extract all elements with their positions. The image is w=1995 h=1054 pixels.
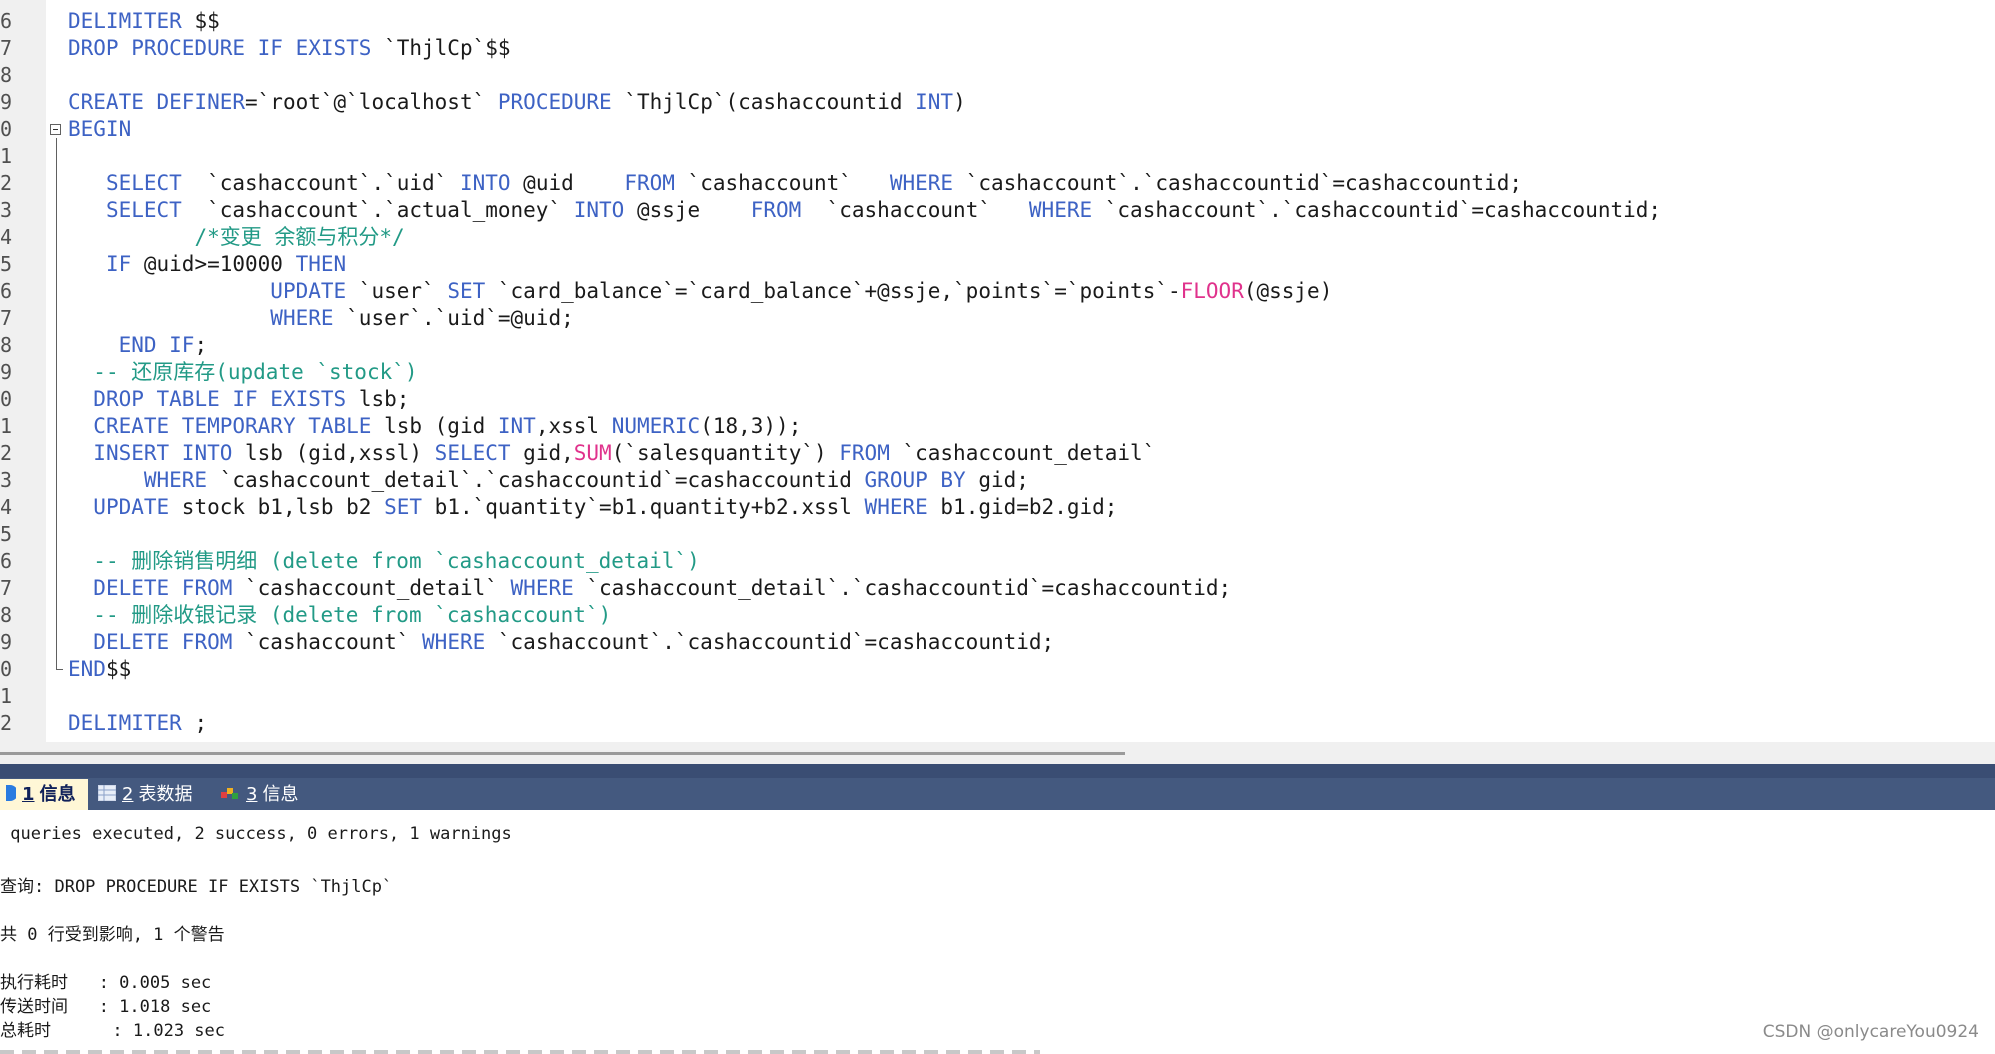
line-number: 6 [0, 279, 13, 303]
line-number: 1 [0, 414, 13, 438]
line-number: 1 [0, 144, 13, 168]
code-line[interactable]: CREATE TEMPORARY TABLE lsb (gid INT,xssl… [68, 413, 801, 440]
tab-info[interactable]: 1 信息 [0, 779, 88, 810]
sql-editor[interactable]: 6 7 8 9 0 1 2 3 4 5 6 7 8 9 0 1 2 3 4 5 6 7 8 9 0 1 2 DELIMITER $$… [0, 0, 1995, 742]
line-number: 2 [0, 171, 13, 195]
message-output: queries executed, 2 success, 0 errors, 1… [0, 810, 1995, 1054]
line-number: 9 [0, 630, 13, 654]
code-line[interactable]: /*变更 余额与积分*/ [68, 224, 404, 251]
code-line[interactable]: UPDATE `user` SET `card_balance`=`card_b… [68, 278, 1332, 305]
code-line[interactable]: -- 删除销售明细 (delete from `cashaccount_deta… [68, 548, 699, 575]
tab-messages[interactable]: 3 信息 [214, 779, 316, 810]
line-number: 1 [0, 684, 13, 708]
line-number: 5 [0, 522, 13, 546]
code-line[interactable]: DROP TABLE IF EXISTS lsb; [68, 386, 409, 413]
output-query: 查询: DROP PROCEDURE IF EXISTS `ThjlCp` [0, 877, 393, 897]
code-line[interactable]: UPDATE stock b1,lsb b2 SET b1.`quantity`… [68, 494, 1117, 521]
line-number: 7 [0, 36, 13, 60]
table-grid-icon [98, 780, 116, 811]
code-line[interactable]: CREATE DEFINER=`root`@`localhost` PROCED… [68, 89, 966, 116]
cropped-text-line [0, 1050, 1040, 1054]
line-number: 2 [0, 441, 13, 465]
line-number: 3 [0, 468, 13, 492]
code-line[interactable]: IF @uid>=10000 THEN [68, 251, 346, 278]
code-line[interactable]: WHERE `user`.`uid`=@uid; [68, 305, 573, 332]
code-line[interactable]: DELETE FROM `cashaccount` WHERE `cashacc… [68, 629, 1054, 656]
fold-guide-line [56, 138, 57, 670]
code-line[interactable]: SELECT `cashaccount`.`actual_money` INTO… [68, 197, 1661, 224]
tab-table-data[interactable]: 2 表数据 [92, 779, 206, 810]
fold-collapse-icon[interactable] [50, 124, 61, 135]
code-line[interactable]: DELIMITER ; [68, 710, 207, 737]
code-line[interactable]: DROP PROCEDURE IF EXISTS `ThjlCp`$$ [68, 35, 511, 62]
info-icon [6, 780, 18, 811]
line-number: 8 [0, 333, 13, 357]
line-number: 5 [0, 252, 13, 276]
line-number: 4 [0, 495, 13, 519]
output-total-time: 总耗时 : 1.023 sec [0, 1021, 225, 1041]
line-number: 6 [0, 549, 13, 573]
csdn-watermark: CSDN @onlycareYou0924 [1762, 1022, 1979, 1042]
output-exec-time: 执行耗时 : 0.005 sec [0, 973, 212, 993]
code-line[interactable]: INSERT INTO lsb (gid,xssl) SELECT gid,SU… [68, 440, 1155, 467]
code-line[interactable]: SELECT `cashaccount`.`uid` INTO @uid FRO… [68, 170, 1522, 197]
line-number: 2 [0, 711, 13, 735]
line-number: 8 [0, 603, 13, 627]
fold-guide-end [56, 669, 63, 670]
output-transfer-time: 传送时间 : 1.018 sec [0, 997, 212, 1017]
messages-icon [220, 780, 240, 811]
line-number: 9 [0, 360, 13, 384]
line-number: 0 [0, 117, 13, 141]
line-number: 8 [0, 63, 13, 87]
code-line[interactable]: DELETE FROM `cashaccount_detail` WHERE `… [68, 575, 1231, 602]
line-number: 9 [0, 90, 13, 114]
code-line[interactable]: BEGIN [68, 116, 131, 143]
code-line[interactable]: DELIMITER $$ [68, 8, 220, 35]
line-number: 7 [0, 306, 13, 330]
code-line[interactable]: -- 还原库存(update `stock`) [68, 359, 417, 386]
code-line[interactable]: WHERE `cashaccount_detail`.`cashaccounti… [68, 467, 1029, 494]
line-number: 0 [0, 387, 13, 411]
line-number: 4 [0, 225, 13, 249]
line-number: 0 [0, 657, 13, 681]
line-number: 3 [0, 198, 13, 222]
output-affected: 共 0 行受到影响, 1 个警告 [0, 925, 225, 945]
line-number: 6 [0, 9, 13, 33]
code-line[interactable]: END IF; [68, 332, 208, 359]
output-summary: queries executed, 2 success, 0 errors, 1… [0, 824, 512, 844]
code-line[interactable]: -- 删除收银记录 (delete from `cashaccount`) [68, 602, 611, 629]
line-number: 7 [0, 576, 13, 600]
code-line[interactable]: END$$ [68, 656, 131, 683]
horizontal-scrollbar-thumb[interactable] [0, 752, 1125, 755]
line-number-gutter: 6 7 8 9 0 1 2 3 4 5 6 7 8 9 0 1 2 3 4 5 6 7 8 9 0 1 2 [0, 0, 46, 742]
